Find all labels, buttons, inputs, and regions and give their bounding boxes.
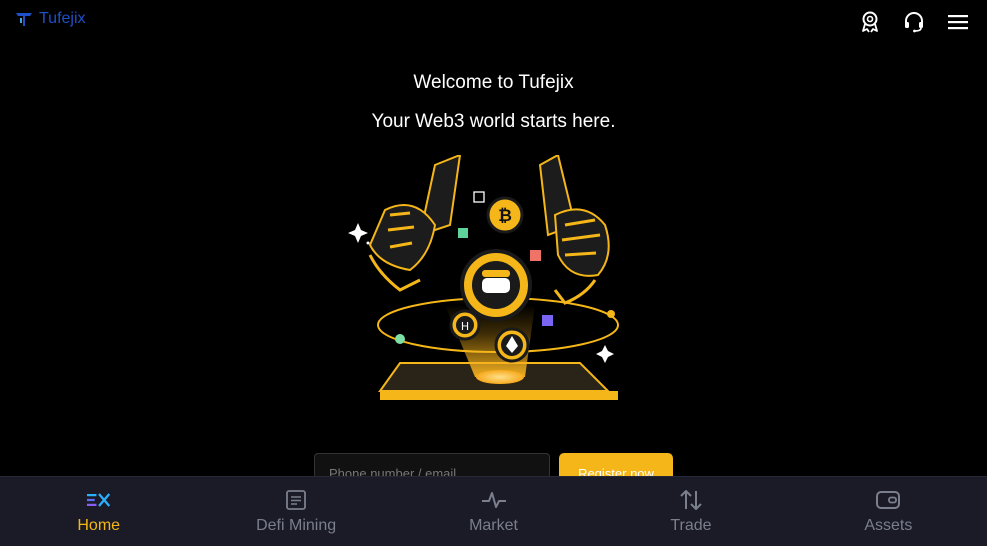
svg-text:H: H <box>461 320 469 333</box>
nav-label-assets: Assets <box>864 516 913 534</box>
customer-support-icon[interactable] <box>903 11 925 33</box>
nav-item-assets[interactable]: Assets <box>790 477 987 546</box>
logo-icon <box>16 13 32 26</box>
document-icon <box>284 489 308 511</box>
hero-title: Welcome to Tufejix <box>413 72 574 93</box>
nav-item-market[interactable]: Market <box>395 477 592 546</box>
wallet-icon <box>876 489 901 511</box>
web3-illustration: ₿ H <box>348 155 619 400</box>
top-bar: Tufejix <box>0 0 987 44</box>
brand-logo[interactable]: Tufejix <box>15 10 86 28</box>
nav-label-market: Market <box>469 516 518 534</box>
nav-label-home: Home <box>77 516 121 534</box>
pulse-icon <box>481 489 506 511</box>
home-ex-icon <box>86 489 111 511</box>
svg-text:₿: ₿ <box>498 206 512 226</box>
hero-subtitle: Your Web3 world starts here. <box>371 111 616 132</box>
nav-label-defi-mining: Defi Mining <box>256 516 337 534</box>
bottom-navigation: Home Defi Mining Market Trade Assets <box>0 476 987 546</box>
swap-arrows-icon <box>679 489 703 511</box>
nav-label-trade: Trade <box>670 516 712 534</box>
menu-icon[interactable] <box>947 11 969 33</box>
nav-item-home[interactable]: Home <box>0 477 197 546</box>
nav-item-defi-mining[interactable]: Defi Mining <box>197 477 394 546</box>
brand-name: Tufejix <box>39 10 86 27</box>
rewards-badge-icon[interactable] <box>859 11 881 33</box>
nav-item-trade[interactable]: Trade <box>592 477 789 546</box>
